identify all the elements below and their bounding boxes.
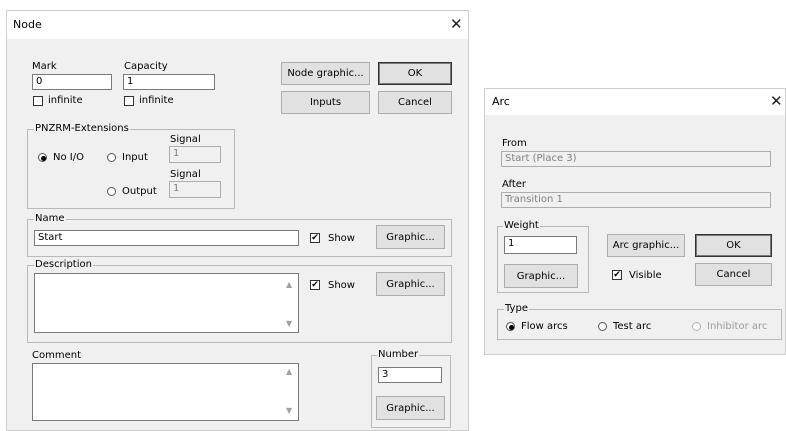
ok-button[interactable]: OK bbox=[378, 62, 452, 85]
inhibitor-arc-radio bbox=[692, 322, 701, 331]
visible-label: Visible bbox=[629, 270, 662, 281]
description-textarea[interactable] bbox=[34, 273, 299, 333]
node-dialog-title: Node bbox=[13, 18, 42, 31]
scroll-up-arrow-icon[interactable]: ▲ bbox=[286, 281, 292, 289]
output-signal-field: 1 bbox=[169, 181, 221, 198]
no-io-radio[interactable] bbox=[38, 153, 47, 162]
comment-textarea[interactable] bbox=[32, 363, 299, 421]
comment-label: Comment bbox=[32, 350, 81, 361]
input-radio[interactable] bbox=[107, 153, 116, 162]
arc-titlebar: Arc ✕ bbox=[485, 89, 785, 115]
pnzrm-group-label: PNZRM-Extensions bbox=[34, 123, 130, 135]
signal-label-1: Signal bbox=[170, 134, 201, 145]
test-arc-label: Test arc bbox=[613, 321, 652, 332]
signal-label-2: Signal bbox=[170, 169, 201, 180]
capacity-label: Capacity bbox=[124, 61, 168, 72]
node-titlebar: Node ✕ bbox=[7, 11, 468, 39]
number-input[interactable]: 3 bbox=[378, 367, 442, 383]
scroll-down-arrow-icon[interactable]: ▼ bbox=[286, 407, 292, 415]
mark-infinite-checkbox[interactable] bbox=[33, 96, 43, 106]
mark-label: Mark bbox=[32, 61, 57, 72]
input-signal-field: 1 bbox=[169, 146, 221, 163]
weight-group-label: Weight bbox=[503, 220, 540, 232]
name-show-checkbox[interactable]: ✔ bbox=[310, 233, 320, 243]
type-group-label: Type bbox=[504, 303, 529, 315]
description-show-label: Show bbox=[328, 280, 355, 291]
scroll-up-arrow-icon[interactable]: ▲ bbox=[286, 368, 292, 376]
node-dialog: Node ✕ Mark 0 infinite Capacity 1 infini… bbox=[6, 10, 469, 431]
arc-ok-button[interactable]: OK bbox=[695, 234, 772, 257]
description-show-checkbox[interactable]: ✔ bbox=[310, 280, 320, 290]
mark-infinite-label: infinite bbox=[48, 95, 83, 106]
visible-checkbox[interactable]: ✔ bbox=[612, 270, 622, 280]
after-field: Transition 1 bbox=[501, 192, 771, 208]
weight-input[interactable]: 1 bbox=[504, 236, 577, 254]
weight-graphic-button[interactable]: Graphic... bbox=[504, 264, 578, 288]
from-label: From bbox=[502, 138, 527, 149]
output-radio[interactable] bbox=[107, 187, 116, 196]
capacity-infinite-checkbox[interactable] bbox=[124, 96, 134, 106]
name-show-label: Show bbox=[328, 233, 355, 244]
arc-cancel-button[interactable]: Cancel bbox=[695, 263, 772, 286]
cancel-button[interactable]: Cancel bbox=[378, 91, 452, 114]
inputs-button[interactable]: Inputs bbox=[281, 91, 370, 114]
arc-dialog: Arc ✕ From Start (Place 3) After Transit… bbox=[484, 88, 786, 355]
scroll-down-arrow-icon[interactable]: ▼ bbox=[286, 320, 292, 328]
output-label: Output bbox=[122, 186, 157, 197]
capacity-input[interactable]: 1 bbox=[123, 74, 215, 90]
name-group-label: Name bbox=[34, 213, 66, 225]
number-group-label: Number bbox=[377, 349, 420, 361]
test-arc-radio[interactable] bbox=[598, 322, 607, 331]
arc-graphic-button[interactable]: Arc graphic... bbox=[607, 234, 685, 257]
from-field: Start (Place 3) bbox=[501, 151, 771, 167]
arc-dialog-title: Arc bbox=[492, 95, 510, 108]
description-group-label: Description bbox=[34, 259, 93, 271]
inhibitor-arc-label: Inhibitor arc bbox=[707, 321, 768, 332]
description-graphic-button[interactable]: Graphic... bbox=[376, 272, 445, 296]
input-label: Input bbox=[122, 152, 148, 163]
no-io-label: No I/O bbox=[53, 152, 84, 163]
node-graphic-button[interactable]: Node graphic... bbox=[281, 62, 370, 85]
number-graphic-button[interactable]: Graphic... bbox=[376, 396, 445, 420]
capacity-infinite-label: infinite bbox=[139, 95, 174, 106]
close-icon[interactable]: ✕ bbox=[770, 94, 783, 109]
flow-arcs-label: Flow arcs bbox=[521, 321, 568, 332]
name-graphic-button[interactable]: Graphic... bbox=[376, 225, 445, 249]
name-input[interactable]: Start bbox=[34, 230, 299, 246]
mark-input[interactable]: 0 bbox=[32, 74, 112, 90]
after-label: After bbox=[502, 179, 527, 190]
flow-arcs-radio[interactable] bbox=[506, 322, 515, 331]
close-icon[interactable]: ✕ bbox=[450, 17, 463, 32]
